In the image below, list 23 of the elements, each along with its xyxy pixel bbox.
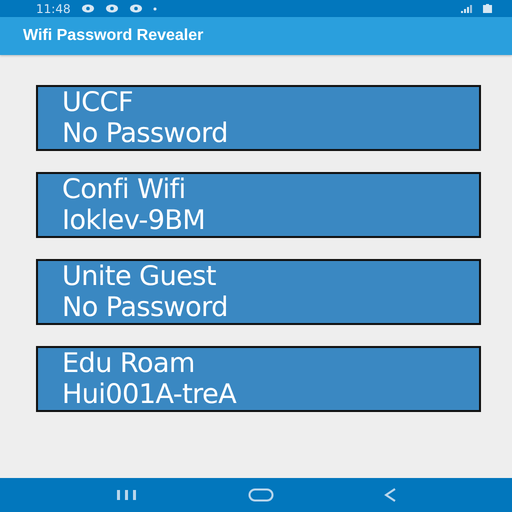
notification-icon [104, 4, 119, 13]
network-name: Edu Roam [62, 348, 196, 379]
network-card[interactable]: Unite Guest No Password [36, 259, 481, 325]
home-icon[interactable] [248, 488, 274, 502]
network-name: Unite Guest [62, 261, 217, 292]
dot-icon [152, 6, 157, 10]
clock: 11:48 [36, 2, 71, 16]
network-card[interactable]: Edu Roam Hui001A-treA [36, 346, 481, 412]
recent-apps-icon[interactable] [114, 489, 139, 501]
network-card[interactable]: Confi Wifi Ioklev-9BM [36, 172, 481, 238]
network-password: Hui001A-treA [62, 379, 238, 410]
back-icon[interactable] [383, 487, 398, 503]
network-card[interactable]: UCCF No Password [36, 85, 481, 151]
app-title: Wifi Password Revealer [23, 27, 204, 45]
signal-icon [461, 4, 473, 12]
network-name: Confi Wifi [62, 174, 187, 205]
network-name: UCCF [62, 87, 134, 118]
notification-icon [128, 4, 143, 13]
network-password: No Password [62, 118, 229, 149]
notification-icon [80, 4, 95, 13]
network-password: No Password [62, 292, 229, 323]
network-password: Ioklev-9BM [62, 205, 206, 236]
battery-icon [483, 4, 492, 13]
